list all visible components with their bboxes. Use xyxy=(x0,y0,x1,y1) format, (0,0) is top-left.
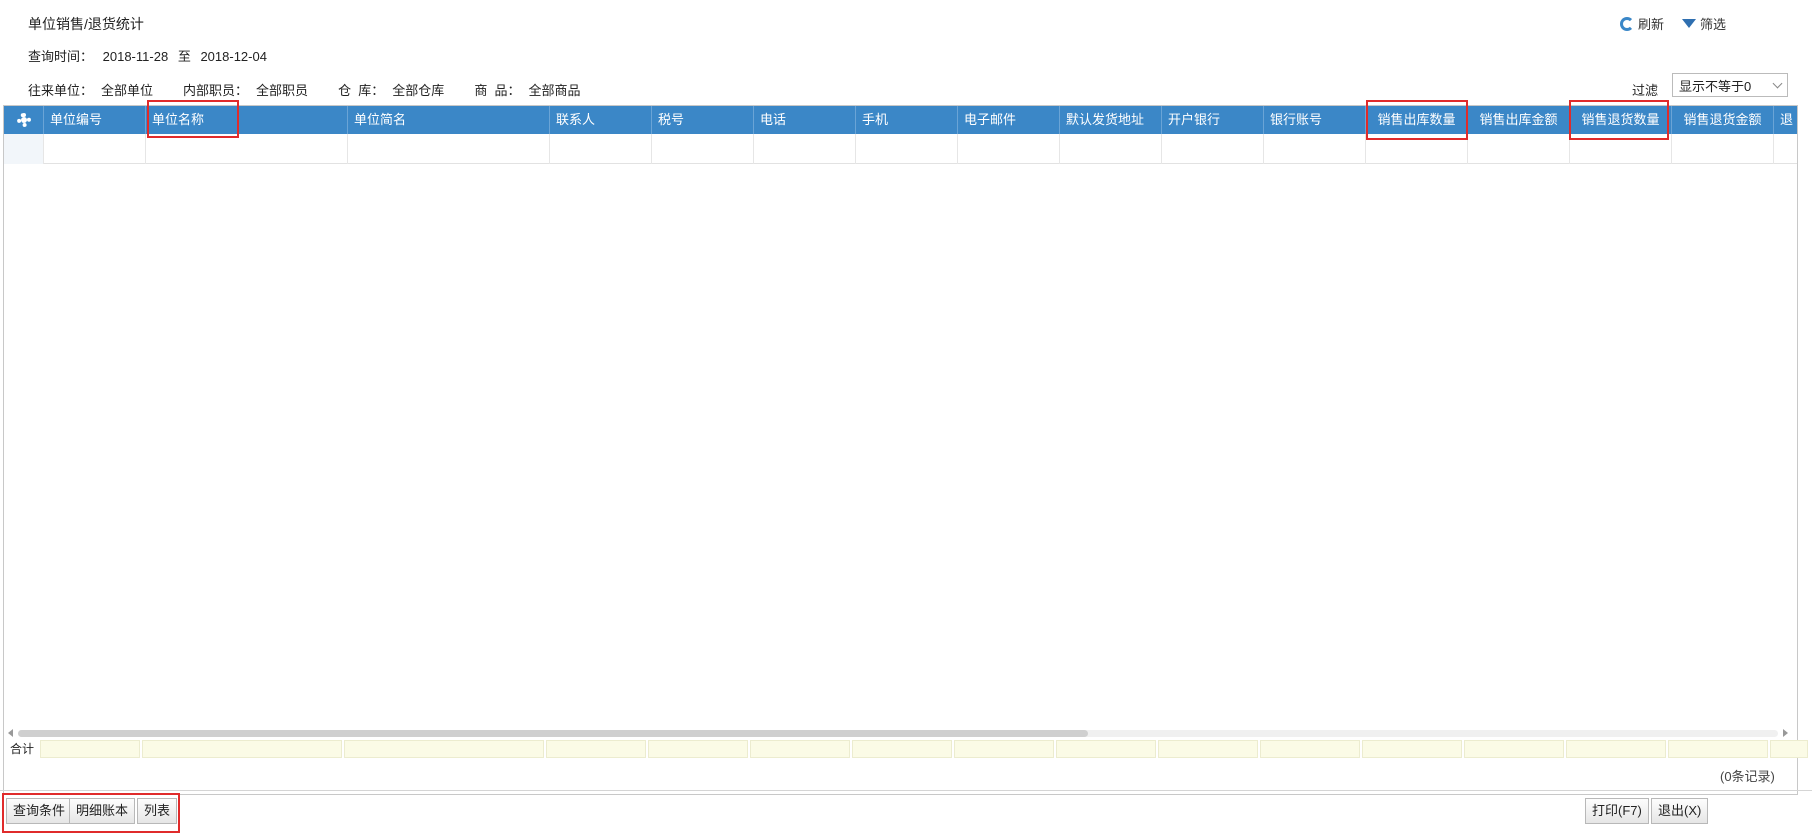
column-header[interactable]: 单位名称 xyxy=(146,106,348,134)
funnel-icon xyxy=(1682,19,1697,28)
query-conditions-button[interactable]: 查询条件 xyxy=(6,798,73,824)
sum-cell xyxy=(1056,740,1156,758)
column-header[interactable]: 联系人 xyxy=(550,106,652,134)
filter-staff: 内部职员： 全部职员 xyxy=(183,80,308,99)
column-settings-button[interactable] xyxy=(4,106,44,134)
scroll-left-icon[interactable] xyxy=(8,729,13,737)
bottom-bar xyxy=(0,790,1812,837)
filter-staff-label: 内部职员： xyxy=(183,83,249,98)
column-header[interactable]: 销售出库数量 xyxy=(1366,106,1468,134)
sum-row: 合计 xyxy=(4,739,1808,759)
table-cell xyxy=(1264,134,1366,164)
sum-cell xyxy=(648,740,748,758)
chevron-down-icon xyxy=(1772,78,1783,88)
record-count: (0条记录) xyxy=(1720,769,1775,784)
table-cell xyxy=(146,134,348,164)
column-header[interactable]: 税号 xyxy=(652,106,754,134)
filter-select-value: 显示不等于0 xyxy=(1679,78,1752,94)
column-header[interactable]: 开户银行 xyxy=(1162,106,1264,134)
scroll-right-icon[interactable] xyxy=(1783,729,1788,737)
query-time-label: 查询时间： xyxy=(28,49,94,64)
sum-cell xyxy=(852,740,952,758)
table-cell xyxy=(1672,134,1774,164)
top-actions: 刷新 筛选 xyxy=(1620,14,1726,33)
sum-cell xyxy=(1566,740,1666,758)
date-to: 2018-12-04 xyxy=(200,49,267,64)
filter-product: 商 品： 全部商品 xyxy=(474,80,580,99)
filters-row: 往来单位： 全部单位 内部职员： 全部职员 仓 库： 全部仓库 商 品： 全部商品 xyxy=(28,80,611,99)
refresh-icon xyxy=(1620,16,1634,31)
filter-button[interactable]: 筛选 xyxy=(1682,14,1726,33)
refresh-label: 刷新 xyxy=(1638,17,1665,32)
filter-staff-value: 全部职员 xyxy=(256,83,309,98)
table-cell xyxy=(550,134,652,164)
column-header[interactable]: 销售退货数量 xyxy=(1570,106,1672,134)
sum-cell xyxy=(750,740,850,758)
table-cell xyxy=(1060,134,1162,164)
table-cell xyxy=(1570,134,1672,164)
sum-cell xyxy=(40,740,140,758)
filter-warehouse-label: 仓 库： xyxy=(338,83,385,98)
filter-select[interactable]: 显示不等于0 xyxy=(1672,73,1788,97)
column-header[interactable]: 销售退货金额 xyxy=(1672,106,1774,134)
date-separator: 至 xyxy=(177,49,191,64)
sum-cell xyxy=(1158,740,1258,758)
sum-cell xyxy=(142,740,342,758)
column-header[interactable]: 银行账号 xyxy=(1264,106,1366,134)
sum-cell xyxy=(1362,740,1462,758)
column-header[interactable]: 手机 xyxy=(856,106,958,134)
page-title: 单位销售/退货统计 xyxy=(28,16,144,32)
filter-partner-label: 往来单位： xyxy=(28,83,94,98)
filter-warehouse: 仓 库： 全部仓库 xyxy=(338,80,444,99)
table-cell xyxy=(754,134,856,164)
table-cell xyxy=(1774,134,1797,164)
sum-cell xyxy=(954,740,1054,758)
column-header[interactable]: 退 xyxy=(1774,106,1797,134)
column-header[interactable]: 销售出库金额 xyxy=(1468,106,1570,134)
column-header[interactable]: 单位简名 xyxy=(348,106,550,134)
sum-cell xyxy=(1464,740,1564,758)
column-header[interactable]: 单位编号 xyxy=(44,106,146,134)
column-header[interactable]: 默认发货地址 xyxy=(1060,106,1162,134)
table-row xyxy=(4,134,1797,164)
table-cell xyxy=(1468,134,1570,164)
column-header[interactable]: 电子邮件 xyxy=(958,106,1060,134)
filter-product-value: 全部商品 xyxy=(528,83,581,98)
filter-select-label: 过滤 xyxy=(1632,83,1659,98)
sum-cell xyxy=(344,740,544,758)
row-indicator-cell xyxy=(4,134,44,164)
exit-button[interactable]: 退出(X) xyxy=(1651,798,1709,824)
table-cell xyxy=(958,134,1060,164)
table-cell xyxy=(652,134,754,164)
filter-partner: 往来单位： 全部单位 xyxy=(28,80,153,99)
table-cell xyxy=(856,134,958,164)
column-header[interactable]: 电话 xyxy=(754,106,856,134)
table-header: 单位编号 单位名称 单位简名 联系人 税号 电话 手机 电子邮件 默认发货地址 开户银行 银行账号销… xyxy=(4,106,1797,134)
filter-warehouse-value: 全部仓库 xyxy=(392,83,445,98)
sum-cell xyxy=(1770,740,1808,758)
scroll-thumb[interactable] xyxy=(18,730,1088,737)
table-cell xyxy=(44,134,146,164)
sum-cell xyxy=(1668,740,1768,758)
date-from: 2018-11-28 xyxy=(102,49,169,64)
table-cell xyxy=(1366,134,1468,164)
data-grid: 单位编号 单位名称 单位简名 联系人 税号 电话 手机 电子邮件 默认发货地址 开户银行 银行账号销… xyxy=(3,105,1798,795)
sum-label: 合计 xyxy=(9,742,34,756)
query-time: 查询时间： 2018-11-28 至 2018-12-04 xyxy=(28,46,273,65)
detail-ledger-button[interactable]: 明细账本 xyxy=(69,798,136,824)
filter-product-label: 商 品： xyxy=(474,83,521,98)
filter-partner-value: 全部单位 xyxy=(101,83,154,98)
filter-button-label: 筛选 xyxy=(1700,17,1727,32)
print-button[interactable]: 打印(F7) xyxy=(1585,798,1649,824)
horizontal-scrollbar[interactable] xyxy=(8,727,1788,739)
table-cell xyxy=(1162,134,1264,164)
gear-icon xyxy=(16,112,32,128)
refresh-button[interactable]: 刷新 xyxy=(1620,14,1664,33)
list-button[interactable]: 列表 xyxy=(137,798,178,824)
sum-cell xyxy=(1260,740,1360,758)
table-cell xyxy=(348,134,550,164)
sum-cell xyxy=(546,740,646,758)
